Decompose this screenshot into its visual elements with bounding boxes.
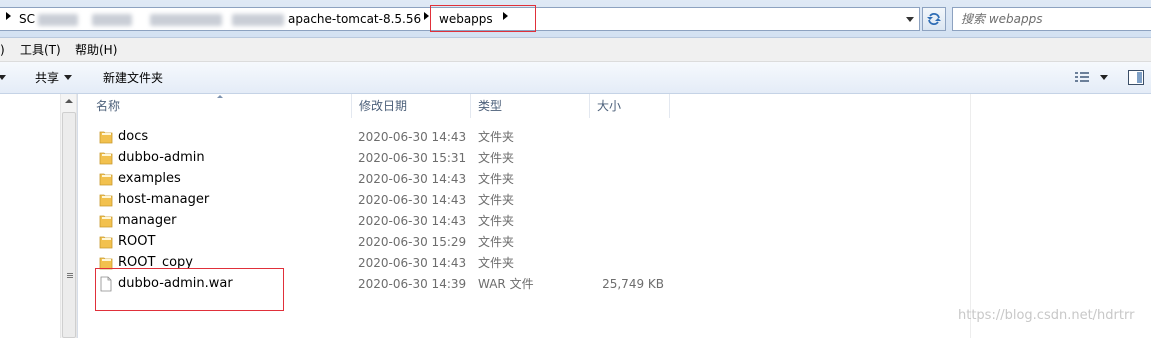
table-row[interactable]: dubbo-admin 2020-06-30 15:31 文件夹 <box>95 148 695 169</box>
menu-item-help[interactable]: 帮助(H) <box>75 43 117 57</box>
file-type: 文件夹 <box>478 130 515 144</box>
share-button[interactable]: 共享 <box>35 70 59 86</box>
column-header-date[interactable]: 修改日期 <box>352 94 471 118</box>
menu-item-tools[interactable]: 工具(T) <box>20 43 61 57</box>
pane-splitter[interactable] <box>77 94 78 338</box>
watermark: https://blog.csdn.net/hdrtrr <box>958 308 1135 323</box>
file-name: host-manager <box>118 192 210 207</box>
file-name: manager <box>118 213 177 228</box>
file-date: 2020-06-30 14:43 <box>358 193 467 207</box>
file-size: 25,749 KB <box>602 277 664 291</box>
obscured-breadcrumb <box>38 14 78 26</box>
table-row[interactable]: docs 2020-06-30 14:43 文件夹 <box>95 127 695 148</box>
folder-icon <box>99 215 113 228</box>
file-size <box>575 150 664 166</box>
folder-icon <box>99 131 113 144</box>
file-date: 2020-06-30 15:29 <box>358 235 467 249</box>
column-header-type[interactable]: 类型 <box>471 94 590 118</box>
share-dropdown-icon[interactable] <box>64 75 72 80</box>
table-row[interactable]: ROOT 2020-06-30 15:29 文件夹 <box>95 232 695 253</box>
file-date: 2020-06-30 14:43 <box>358 172 467 186</box>
file-date: 2020-06-30 15:31 <box>358 151 467 165</box>
annotation-highlight-box <box>430 5 536 32</box>
annotation-highlight-box <box>95 268 284 311</box>
file-date: 2020-06-30 14:43 <box>358 214 467 228</box>
folder-icon <box>99 152 113 165</box>
view-options-icon[interactable] <box>1074 71 1090 85</box>
folder-icon <box>99 194 113 207</box>
file-size <box>575 255 664 271</box>
refresh-icon <box>927 13 941 25</box>
file-type: 文件夹 <box>478 256 515 270</box>
file-size <box>575 234 664 250</box>
address-bar-row: SC apache-tomcat-8.5.56 webapps <box>0 0 1151 38</box>
column-header-name[interactable]: 名称 <box>89 94 352 118</box>
menu-bar: ) 工具(T) 帮助(H) <box>0 38 1151 62</box>
breadcrumb-arrow-icon[interactable] <box>424 12 429 20</box>
table-row[interactable]: host-manager 2020-06-30 14:43 文件夹 <box>95 190 695 211</box>
obscured-breadcrumb <box>232 14 284 26</box>
search-box[interactable] <box>952 7 1151 31</box>
file-name: examples <box>118 171 181 186</box>
file-size <box>575 171 664 187</box>
file-date: 2020-06-30 14:43 <box>358 130 467 144</box>
file-type: 文件夹 <box>478 214 515 228</box>
address-history-dropdown-icon[interactable] <box>906 17 914 22</box>
folder-icon <box>99 173 113 186</box>
refresh-button[interactable] <box>922 7 946 31</box>
preview-pane-icon[interactable] <box>1128 70 1144 85</box>
file-name: dubbo-admin <box>118 150 205 165</box>
command-toolbar: 共享 新建文件夹 <box>0 62 1151 94</box>
file-type: 文件夹 <box>478 151 515 165</box>
folder-icon <box>99 236 113 249</box>
file-list-area: 名称 修改日期 类型 大小 docs 2020-06-30 14:43 文件夹 … <box>0 94 1151 338</box>
scroll-up-arrow-icon[interactable] <box>65 99 73 103</box>
table-row[interactable]: manager 2020-06-30 14:43 文件夹 <box>95 211 695 232</box>
file-name: ROOT <box>118 234 156 249</box>
breadcrumb-item[interactable]: SC <box>19 11 35 27</box>
file-date: 2020-06-30 14:39 <box>358 277 467 291</box>
file-size <box>575 213 664 229</box>
new-folder-button[interactable]: 新建文件夹 <box>103 70 163 86</box>
scrollbar-thumb[interactable] <box>62 112 76 338</box>
obscured-breadcrumb <box>150 14 222 26</box>
table-row[interactable]: examples 2020-06-30 14:43 文件夹 <box>95 169 695 190</box>
column-header-size[interactable]: 大小 <box>590 94 670 118</box>
breadcrumb-item[interactable]: apache-tomcat-8.5.56 <box>288 11 421 27</box>
file-name: docs <box>118 129 149 144</box>
breadcrumb-arrow-icon[interactable] <box>6 12 11 20</box>
file-size <box>575 129 664 145</box>
file-type: 文件夹 <box>478 172 515 186</box>
menu-item-view[interactable]: ) <box>0 43 5 57</box>
organize-dropdown-icon[interactable] <box>0 75 6 80</box>
file-size <box>575 192 664 208</box>
view-dropdown-icon[interactable] <box>1100 75 1108 80</box>
file-date: 2020-06-30 14:43 <box>358 256 467 270</box>
navigation-scrollbar[interactable] <box>60 94 77 338</box>
pane-divider <box>970 94 971 338</box>
obscured-breadcrumb <box>92 14 132 26</box>
search-input[interactable] <box>961 11 1141 27</box>
file-type: 文件夹 <box>478 193 515 207</box>
file-type: 文件夹 <box>478 235 515 249</box>
file-type: WAR 文件 <box>478 277 534 291</box>
